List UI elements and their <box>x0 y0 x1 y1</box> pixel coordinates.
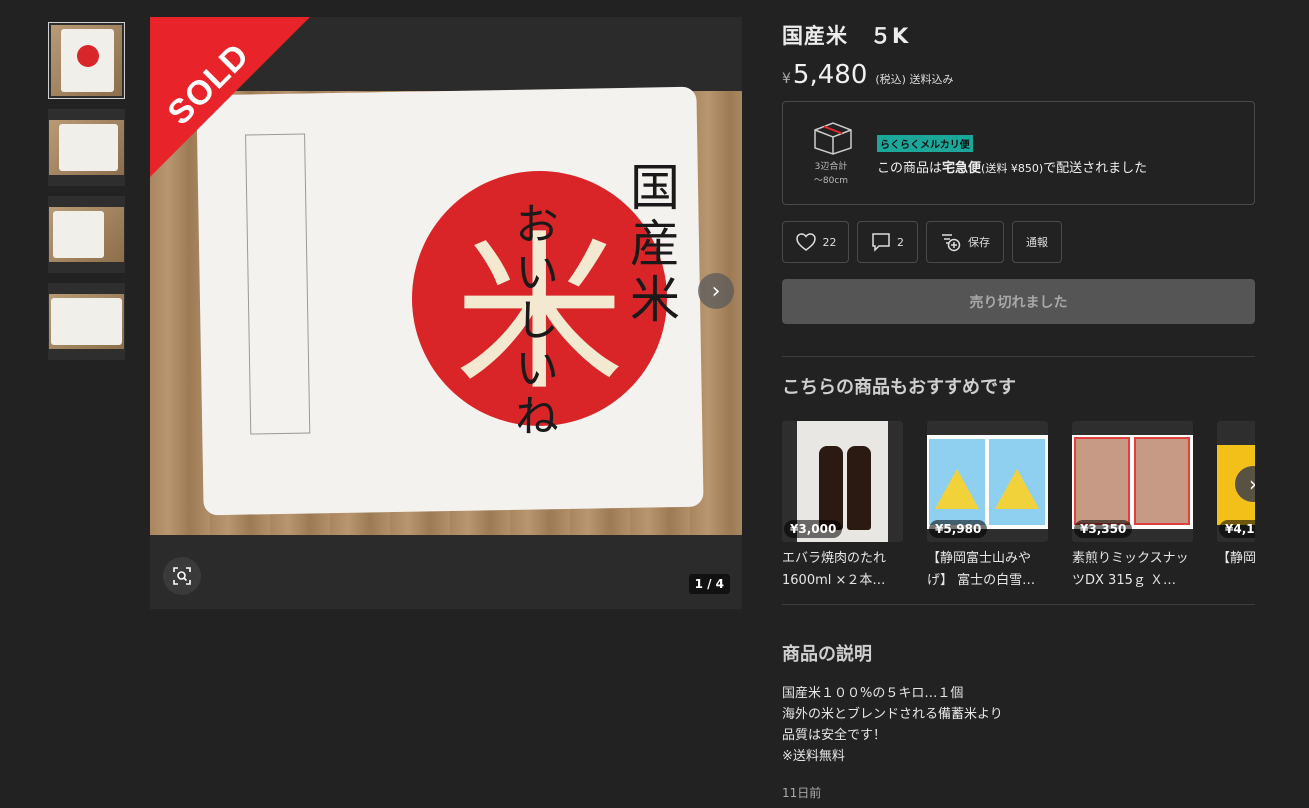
bag-text-left: おいしいね <box>507 201 558 441</box>
rec-item-name: エバラ焼肉のたれ 1600ml ×２本… <box>782 551 887 588</box>
main-image-viewer[interactable]: 米 国産米 おいしいね SOLD › 1 / 4 <box>150 17 742 609</box>
report-button[interactable]: 通報 <box>1012 221 1062 263</box>
thumbnail-list <box>48 22 125 370</box>
save-button[interactable]: 保存 <box>926 221 1004 263</box>
recommendations-title: こちらの商品もおすすめです <box>782 377 1016 398</box>
save-list-icon <box>942 234 961 252</box>
sold-ribbon: SOLD <box>150 17 310 177</box>
description-title: 商品の説明 <box>782 644 872 665</box>
rec-item-name: 【静岡 士山さ <box>1217 551 1255 566</box>
rec-item-2[interactable]: ¥5,980 【静岡富士山みやげ】 富士の白雪… <box>927 421 1048 591</box>
sold-out-button[interactable]: 売り切れました <box>782 279 1255 324</box>
chevron-right-icon: › <box>711 278 721 304</box>
report-label: 通報 <box>1026 236 1048 249</box>
rec-item-price: ¥3,350 <box>1074 520 1133 538</box>
next-image-button[interactable]: › <box>698 273 734 309</box>
item-price: 5,480 <box>792 60 868 90</box>
item-title: 国産米 ５K <box>782 24 910 48</box>
shipping-badge: らくらくメルカリ便 <box>877 135 973 152</box>
divider <box>782 356 1255 357</box>
rec-item-price: ¥5,980 <box>929 520 988 538</box>
rec-item-price: ¥4,15 <box>1219 520 1255 538</box>
rec-item-price: ¥3,000 <box>784 520 843 538</box>
image-counter: 1 / 4 <box>688 574 730 594</box>
box-size: 3辺合計 〜80cm <box>813 162 849 186</box>
thumbnail-3[interactable] <box>48 196 125 273</box>
like-button[interactable]: 22 <box>782 221 849 263</box>
rec-item-image: ¥3,000 <box>782 421 903 542</box>
rec-item-name: 【静岡富士山みやげ】 富士の白雪… <box>927 551 1036 588</box>
comment-icon <box>872 233 890 252</box>
shipping-text: この商品は宅急便(送料 ¥850)で配送されました <box>877 161 1148 176</box>
description-body: 国産米１００%の５キロ…１個 海外の米とブレンドされる備蓄米より 品質は安全です… <box>782 686 1003 764</box>
comment-count: 2 <box>897 235 904 249</box>
bag-text-right: 国産米 <box>622 161 680 329</box>
tax-note: (税込) 送料込み <box>875 73 954 86</box>
rec-item-1[interactable]: ¥3,000 エバラ焼肉のたれ 1600ml ×２本… <box>782 421 903 591</box>
recommendations-carousel: ¥3,000 エバラ焼肉のたれ 1600ml ×２本… ¥5,980 【静岡富士… <box>782 421 1255 591</box>
posted-time: 11日前 <box>782 786 822 800</box>
like-count: 22 <box>822 235 837 249</box>
thumbnail-2[interactable] <box>48 109 125 186</box>
box-icon <box>814 122 852 155</box>
rec-item-image: ¥3,350 <box>1072 421 1193 542</box>
rec-item-3[interactable]: ¥3,350 素煎りミックスナッツDX 315ｇ Ｘ… <box>1072 421 1193 591</box>
zoom-button[interactable] <box>163 557 201 595</box>
heart-icon <box>795 233 816 251</box>
divider <box>782 604 1255 605</box>
shipping-info-box: 3辺合計 〜80cm らくらくメルカリ便 この商品は宅急便(送料 ¥850)で配… <box>782 101 1255 205</box>
thumbnail-1[interactable] <box>48 22 125 99</box>
chevron-right-icon: › <box>1249 472 1255 496</box>
price-row: ¥ 5,480 (税込) 送料込み <box>782 60 953 90</box>
save-label: 保存 <box>968 236 990 249</box>
thumbnail-4[interactable] <box>48 283 125 360</box>
rec-item-name: 素煎りミックスナッツDX 315ｇ Ｘ… <box>1072 551 1189 588</box>
currency-symbol: ¥ <box>782 71 791 87</box>
comment-button[interactable]: 2 <box>857 221 918 263</box>
rec-item-image: ¥5,980 <box>927 421 1048 542</box>
zoom-icon <box>173 567 191 585</box>
action-buttons: 22 2 保存 通報 <box>782 221 1062 263</box>
